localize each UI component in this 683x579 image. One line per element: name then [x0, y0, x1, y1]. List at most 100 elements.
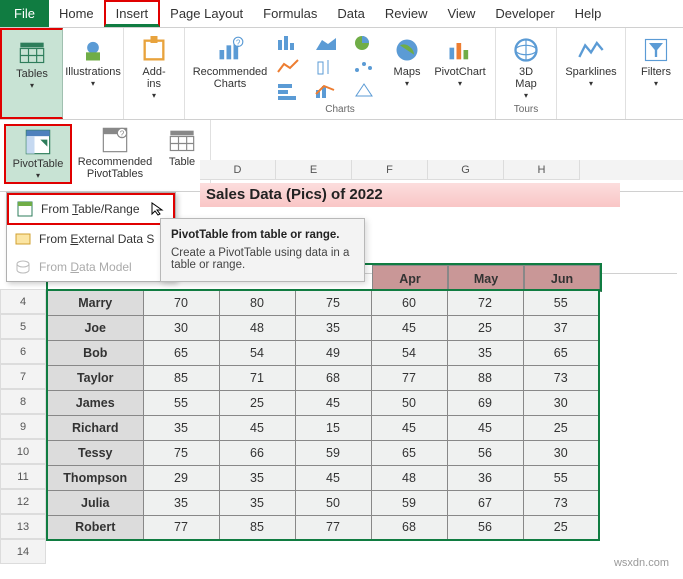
cell-value[interactable]: 85 — [219, 515, 295, 540]
cell-value[interactable]: 73 — [523, 365, 599, 390]
cell-value[interactable]: 50 — [371, 390, 447, 415]
cell-value[interactable]: 30 — [523, 440, 599, 465]
cell-name[interactable]: Marry — [47, 290, 143, 315]
cell-value[interactable]: 66 — [219, 440, 295, 465]
cell-value[interactable]: 67 — [447, 490, 523, 515]
cell-value[interactable]: 54 — [219, 340, 295, 365]
cell-value[interactable]: 35 — [219, 465, 295, 490]
cell-value[interactable]: 75 — [295, 290, 371, 315]
menu-from-external[interactable]: From External Data S — [7, 225, 175, 253]
table-row[interactable]: Bob655449543565 — [47, 340, 599, 365]
3dmap-button[interactable]: 3D Map ▾ — [502, 30, 550, 102]
table-row[interactable]: Richard354515454525 — [47, 415, 599, 440]
cell-value[interactable]: 65 — [371, 440, 447, 465]
cell-name[interactable]: Robert — [47, 515, 143, 540]
row-12[interactable]: 12 — [0, 489, 46, 514]
cell-name[interactable]: Thompson — [47, 465, 143, 490]
row-14[interactable]: 14 — [0, 539, 46, 564]
table-row[interactable]: James552545506930 — [47, 390, 599, 415]
illustrations-button[interactable]: Illustrations ▾ — [69, 30, 117, 90]
cell-value[interactable]: 73 — [523, 490, 599, 515]
maps-button[interactable]: Maps ▾ — [383, 30, 431, 90]
table-row[interactable]: Marry708075607255 — [47, 290, 599, 315]
cell-value[interactable]: 50 — [295, 490, 371, 515]
cell-value[interactable]: 80 — [219, 290, 295, 315]
table-row[interactable]: Thompson293545483655 — [47, 465, 599, 490]
tab-data[interactable]: Data — [327, 0, 374, 27]
addins-button[interactable]: Add- ins ▾ — [130, 30, 178, 102]
col-h[interactable]: H — [504, 160, 580, 180]
pie-chart-button[interactable] — [347, 32, 381, 54]
cell-value[interactable]: 59 — [371, 490, 447, 515]
tab-review[interactable]: Review — [375, 0, 438, 27]
cell-value[interactable]: 77 — [295, 515, 371, 540]
cell-name[interactable]: Tessy — [47, 440, 143, 465]
row-11[interactable]: 11 — [0, 464, 46, 489]
table-row[interactable]: Taylor857168778873 — [47, 365, 599, 390]
row-13[interactable]: 13 — [0, 514, 46, 539]
cell-value[interactable]: 68 — [371, 515, 447, 540]
radar-chart-button[interactable] — [347, 80, 381, 102]
cell-value[interactable]: 75 — [143, 440, 219, 465]
filters-button[interactable]: Filters ▾ — [632, 30, 680, 90]
cell-value[interactable]: 55 — [523, 290, 599, 315]
tab-file[interactable]: File — [0, 0, 49, 27]
cell-value[interactable]: 25 — [523, 515, 599, 540]
tab-insert[interactable]: Insert — [104, 0, 161, 27]
row-4[interactable]: 4 — [0, 289, 46, 314]
cell-value[interactable]: 30 — [143, 315, 219, 340]
scatter-chart-button[interactable] — [347, 56, 381, 78]
cell-value[interactable]: 45 — [371, 315, 447, 340]
tab-help[interactable]: Help — [565, 0, 612, 27]
cell-value[interactable]: 30 — [523, 390, 599, 415]
cell-value[interactable]: 35 — [447, 340, 523, 365]
cell-value[interactable]: 45 — [219, 415, 295, 440]
row-9[interactable]: 9 — [0, 414, 46, 439]
cell-value[interactable]: 25 — [219, 390, 295, 415]
data-table[interactable]: Marry708075607255Joe304835452537Bob65544… — [46, 289, 600, 541]
menu-from-table-range[interactable]: From Table/Range — [7, 193, 175, 225]
cell-value[interactable]: 45 — [295, 390, 371, 415]
statistic-chart-button[interactable] — [309, 56, 343, 78]
table-row[interactable]: Joe304835452537 — [47, 315, 599, 340]
cell-value[interactable]: 36 — [447, 465, 523, 490]
row-5[interactable]: 5 — [0, 314, 46, 339]
cell-value[interactable]: 56 — [447, 515, 523, 540]
sparklines-button[interactable]: Sparklines ▾ — [563, 30, 619, 90]
cell-value[interactable]: 56 — [447, 440, 523, 465]
pivottable-button[interactable]: PivotTable ▾ — [4, 124, 72, 184]
cell-value[interactable]: 59 — [295, 440, 371, 465]
cell-value[interactable]: 71 — [219, 365, 295, 390]
tab-home[interactable]: Home — [49, 0, 104, 27]
cell-name[interactable]: Richard — [47, 415, 143, 440]
table-row[interactable]: Tessy756659655630 — [47, 440, 599, 465]
cell-name[interactable]: Bob — [47, 340, 143, 365]
tab-page-layout[interactable]: Page Layout — [160, 0, 253, 27]
cell-value[interactable]: 85 — [143, 365, 219, 390]
table-row[interactable]: Julia353550596773 — [47, 490, 599, 515]
cell-value[interactable]: 45 — [295, 465, 371, 490]
cell-value[interactable]: 15 — [295, 415, 371, 440]
cell-name[interactable]: James — [47, 390, 143, 415]
col-d[interactable]: D — [200, 160, 276, 180]
cell-value[interactable]: 29 — [143, 465, 219, 490]
row-7[interactable]: 7 — [0, 364, 46, 389]
cell-value[interactable]: 88 — [447, 365, 523, 390]
tab-developer[interactable]: Developer — [485, 0, 564, 27]
tab-view[interactable]: View — [437, 0, 485, 27]
col-e[interactable]: E — [276, 160, 352, 180]
line-chart-button[interactable] — [271, 56, 305, 78]
cell-value[interactable]: 35 — [143, 415, 219, 440]
cell-value[interactable]: 35 — [295, 315, 371, 340]
tab-formulas[interactable]: Formulas — [253, 0, 327, 27]
col-g[interactable]: G — [428, 160, 504, 180]
cell-value[interactable]: 48 — [371, 465, 447, 490]
cell-value[interactable]: 77 — [371, 365, 447, 390]
cell-value[interactable]: 37 — [523, 315, 599, 340]
table-button[interactable]: Table — [158, 124, 206, 170]
cell-name[interactable]: Taylor — [47, 365, 143, 390]
cell-value[interactable]: 54 — [371, 340, 447, 365]
cell-value[interactable]: 55 — [523, 465, 599, 490]
cell-value[interactable]: 72 — [447, 290, 523, 315]
row-6[interactable]: 6 — [0, 339, 46, 364]
